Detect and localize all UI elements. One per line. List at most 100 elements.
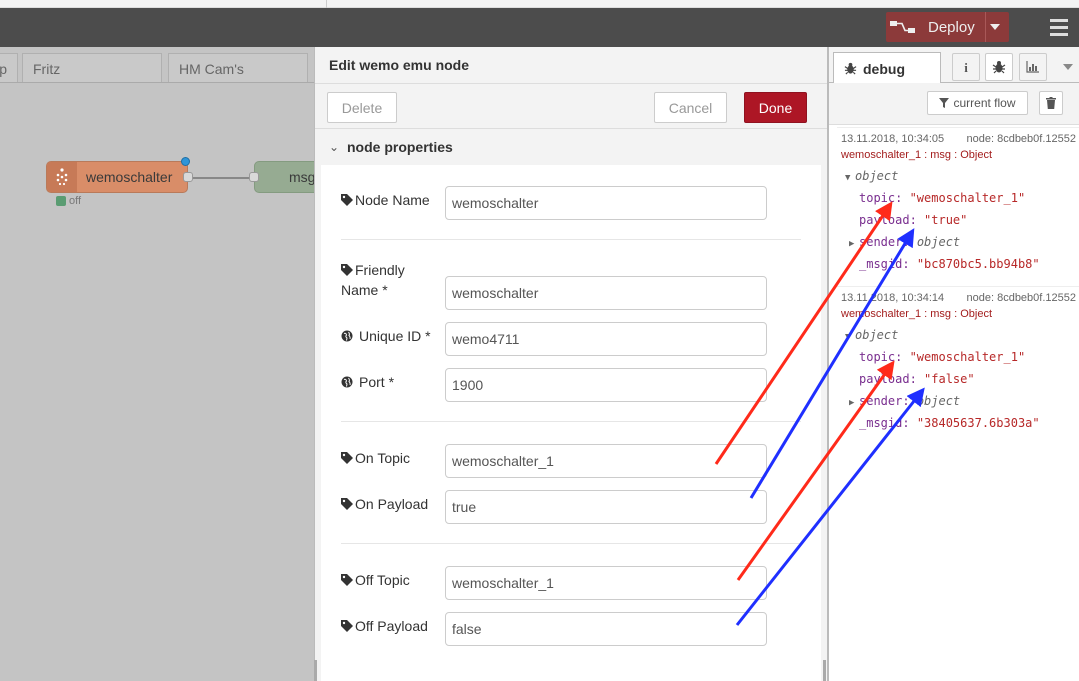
msg-name: wemoschalter_1 : msg : Object	[841, 149, 993, 161]
caret-right-icon: ▶	[849, 398, 855, 408]
tab-fritz[interactable]: Fritz	[22, 53, 162, 83]
off-topic-label: Off Topic	[341, 570, 410, 590]
current-flow-filter-button[interactable]: current flow	[927, 91, 1028, 115]
caret-down-icon[interactable]	[985, 12, 1003, 42]
msg-meta: 13.11.2018, 10:34:14 node: 8cdbeb0f.1255…	[837, 287, 1079, 304]
label-text: Off Payload	[355, 618, 428, 634]
trash-icon[interactable]	[1039, 91, 1063, 115]
msg-sender-row[interactable]: ▶ sender: object	[845, 231, 1079, 253]
tag-icon	[341, 452, 353, 464]
node-wemoschalter[interactable]: wemoschalter	[46, 157, 193, 193]
msg-body: ▼ object topic: "wemoschalter_1" payload:…	[837, 320, 1079, 434]
label-line1: Friendly	[355, 262, 405, 278]
delete-button[interactable]: Delete	[327, 92, 397, 123]
msg-topic-row: topic: "wemoschalter_1"	[859, 191, 1026, 205]
off-payload-input[interactable]	[445, 612, 767, 646]
msg-msgid-row: _msgid: "bc870bc5.bb94b8"	[859, 257, 1040, 271]
wire[interactable]	[192, 177, 254, 179]
status-dot	[56, 196, 66, 206]
filter-icon	[939, 98, 950, 108]
msg-sender-row[interactable]: ▶ sender: object	[845, 390, 1079, 412]
output-port[interactable]	[183, 172, 193, 182]
sidebar-tools: current flow	[829, 83, 1079, 125]
tag-icon	[341, 264, 353, 276]
deploy-button[interactable]: Deploy	[886, 12, 1009, 42]
msg-node[interactable]: node: 8cdbeb0f.12552	[967, 133, 1077, 145]
msg-topic-row: topic: "wemoschalter_1"	[859, 350, 1026, 364]
unique-id-label: Unique ID *	[341, 326, 431, 346]
object-toggle[interactable]: ▼ object	[845, 165, 1079, 187]
done-button[interactable]: Done	[744, 92, 807, 123]
label-text: Unique ID *	[359, 328, 431, 344]
divider	[341, 239, 801, 240]
node-name-label: Node Name	[341, 190, 430, 210]
tab-label: rip	[0, 61, 7, 77]
deploy-icon	[886, 12, 920, 42]
debug-sidebar: debug i current flow 13.11.2018, 10:34:0…	[828, 47, 1079, 681]
top-strip	[0, 0, 1079, 8]
msg-payload-row: payload: "true"	[859, 213, 968, 227]
node-status: off	[56, 195, 81, 207]
node-msg[interactable]: msg	[249, 161, 320, 193]
debug-message[interactable]: 13.11.2018, 10:34:14 node: 8cdbeb0f.1255…	[837, 286, 1079, 434]
header-bar: Deploy	[0, 8, 1079, 47]
node-name-input[interactable]	[445, 186, 767, 220]
caret-right-icon: ▶	[849, 239, 855, 249]
msg-timestamp: 13.11.2018, 10:34:05	[841, 133, 945, 145]
msg-msgid-row: _msgid: "38405637.6b303a"	[859, 416, 1040, 430]
tabbar-line	[0, 82, 320, 83]
friendly-name-input[interactable]	[445, 276, 767, 310]
node-label: wemoschalter	[86, 169, 173, 185]
bug-icon	[844, 62, 857, 75]
globe-icon	[341, 376, 353, 388]
bug-icon[interactable]	[985, 53, 1013, 81]
input-port[interactable]	[249, 172, 259, 182]
deploy-label: Deploy	[928, 18, 975, 36]
label-text: On Topic	[355, 450, 410, 466]
chart-icon[interactable]	[1019, 53, 1047, 81]
section-title: node properties	[347, 139, 453, 155]
tag-icon	[341, 194, 353, 206]
tab-label: debug	[863, 60, 905, 77]
off-topic-input[interactable]	[445, 566, 767, 600]
tag-icon	[341, 498, 353, 510]
on-topic-input[interactable]	[445, 444, 767, 478]
on-payload-label: On Payload	[341, 494, 428, 514]
port-label: Port *	[341, 372, 394, 392]
changed-indicator	[181, 157, 190, 166]
tab-label: Fritz	[33, 61, 61, 77]
node-properties-header[interactable]: ⌄ node properties	[321, 129, 821, 165]
debug-message[interactable]: 13.11.2018, 10:34:05 node: 8cdbeb0f.1255…	[837, 127, 1079, 275]
resize-handle-left[interactable]	[314, 660, 317, 681]
msg-payload-row: payload: "false"	[859, 372, 975, 386]
friendly-name-label: Friendly Name *	[341, 260, 405, 300]
label-text: Node Name	[355, 192, 430, 208]
caret-down-icon: ▼	[845, 173, 851, 183]
caret-down-icon: ▼	[845, 332, 851, 342]
tag-icon	[341, 620, 353, 632]
msg-node[interactable]: node: 8cdbeb0f.12552	[967, 292, 1077, 304]
tray-toolbar: Delete Cancel Done	[315, 83, 827, 129]
object-toggle[interactable]: ▼ object	[845, 324, 1079, 346]
on-topic-label: On Topic	[341, 448, 410, 468]
msg-name: wemoschalter_1 : msg : Object	[841, 308, 993, 320]
tag-icon	[341, 574, 353, 586]
cancel-button[interactable]: Cancel	[654, 92, 727, 123]
tab-hm-cams[interactable]: HM Cam's	[168, 53, 308, 83]
port-input[interactable]	[445, 368, 767, 402]
filter-label: current flow	[953, 96, 1016, 110]
workspace-canvas[interactable]: rip Fritz HM Cam's wemoschalter off msg	[0, 47, 320, 681]
tab-debug[interactable]: debug	[833, 52, 941, 84]
menu-icon[interactable]	[1039, 8, 1079, 47]
resize-handle-right[interactable]	[823, 660, 826, 681]
unique-id-input[interactable]	[445, 322, 767, 356]
sidebar-tabbar: debug i	[829, 47, 1079, 84]
divider	[341, 543, 801, 544]
caret-down-icon[interactable]	[1057, 53, 1079, 81]
label-text: Off Topic	[355, 572, 410, 588]
info-icon[interactable]: i	[952, 53, 980, 81]
tab-partial[interactable]: rip	[0, 53, 18, 83]
on-payload-input[interactable]	[445, 490, 767, 524]
label-text: Port *	[359, 374, 395, 390]
divider	[341, 421, 801, 422]
